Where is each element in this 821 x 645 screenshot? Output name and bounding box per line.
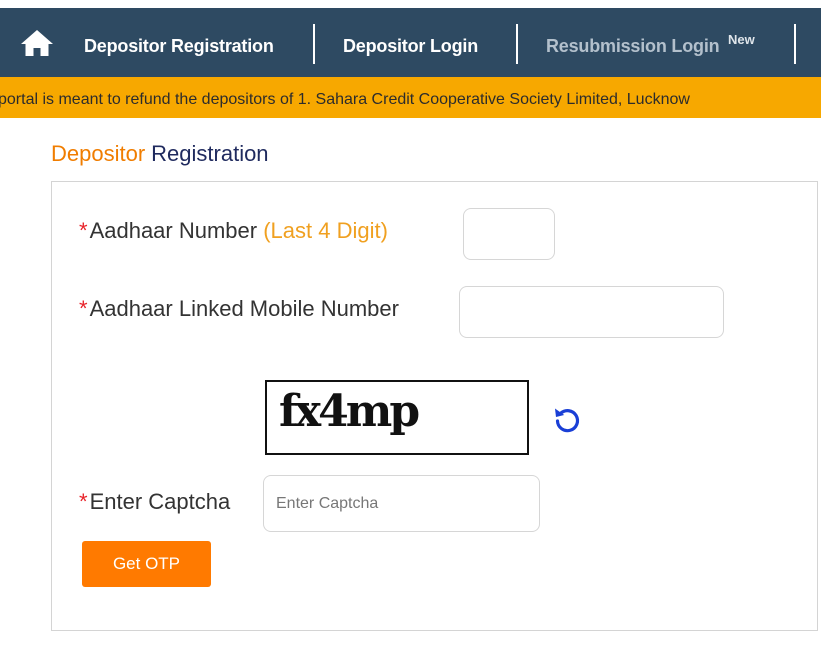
nav-separator [516, 24, 518, 64]
nav-separator [794, 24, 796, 64]
nav-resubmission-login[interactable]: Resubmission Login [546, 8, 720, 77]
captcha-image: fx4mp [265, 380, 529, 455]
new-badge: New [728, 32, 755, 47]
captcha-image-text: fx4mp [279, 386, 420, 437]
aadhaar-hint: (Last 4 Digit) [263, 218, 388, 243]
announcement-ticker: portal is meant to refund the depositors… [0, 77, 821, 118]
mobile-number-input[interactable] [459, 286, 724, 338]
top-navbar: Depositor Registration Depositor Login R… [0, 8, 821, 77]
nav-depositor-registration[interactable]: Depositor Registration [84, 8, 274, 77]
aadhaar-last4-input[interactable] [463, 208, 555, 260]
required-asterisk: * [79, 489, 88, 514]
aadhaar-label-text: Aadhaar Number [89, 218, 258, 243]
required-asterisk: * [79, 296, 88, 321]
captcha-input[interactable] [263, 475, 540, 532]
aadhaar-number-label: *Aadhaar Number (Last 4 Digit) [79, 218, 388, 244]
page-title-part2: Registration [151, 141, 269, 166]
page-title: Depositor Registration [51, 141, 269, 167]
get-otp-button[interactable]: Get OTP [82, 541, 211, 587]
captcha-label: *Enter Captcha [79, 489, 230, 515]
ticker-text: portal is meant to refund the depositors… [0, 91, 690, 108]
mobile-number-label: *Aadhaar Linked Mobile Number [79, 296, 399, 322]
page-title-part1: Depositor [51, 141, 146, 166]
home-icon[interactable] [20, 28, 54, 58]
nav-depositor-login[interactable]: Depositor Login [343, 8, 478, 77]
nav-separator [313, 24, 315, 64]
required-asterisk: * [79, 218, 88, 243]
captcha-label-text: Enter Captcha [89, 489, 231, 514]
refresh-captcha-icon[interactable] [552, 404, 582, 434]
mobile-label-text: Aadhaar Linked Mobile Number [89, 296, 399, 321]
